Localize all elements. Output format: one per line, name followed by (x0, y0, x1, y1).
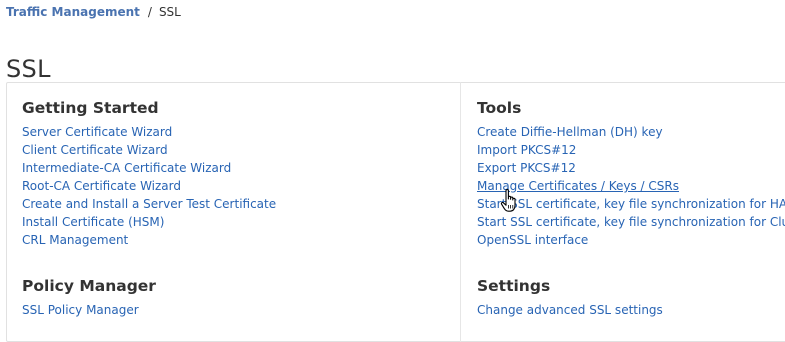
getting-started-heading: Getting Started (22, 99, 159, 117)
policy-manager-section: Policy Manager SSL Policy Manager (22, 276, 156, 319)
link-intermediate-ca-certificate-wizard[interactable]: Intermediate-CA Certificate Wizard (22, 161, 231, 175)
link-start-ssl-sync-cluster[interactable]: Start SSL certificate, key file synchron… (477, 215, 785, 229)
link-export-pkcs12[interactable]: Export PKCS#12 (477, 161, 576, 175)
breadcrumb-separator: / (147, 5, 152, 19)
link-create-dh-key[interactable]: Create Diffie-Hellman (DH) key (477, 125, 663, 139)
tools-section: Tools Create Diffie-Hellman (DH) key Imp… (477, 98, 785, 249)
link-openssl-interface[interactable]: OpenSSL interface (477, 233, 588, 247)
link-start-ssl-sync-ha[interactable]: Start SSL certificate, key file synchron… (477, 197, 785, 211)
link-create-install-server-test-certificate[interactable]: Create and Install a Server Test Certifi… (22, 197, 276, 211)
link-import-pkcs12[interactable]: Import PKCS#12 (477, 143, 576, 157)
link-crl-management[interactable]: CRL Management (22, 233, 128, 247)
link-change-advanced-ssl-settings[interactable]: Change advanced SSL settings (477, 303, 663, 317)
link-client-certificate-wizard[interactable]: Client Certificate Wizard (22, 143, 168, 157)
link-root-ca-certificate-wizard[interactable]: Root-CA Certificate Wizard (22, 179, 181, 193)
breadcrumb-current: SSL (158, 5, 181, 19)
policy-manager-heading: Policy Manager (22, 277, 156, 295)
getting-started-section: Getting Started Server Certificate Wizar… (22, 98, 276, 249)
tools-heading: Tools (477, 99, 522, 117)
settings-section: Settings Change advanced SSL settings (477, 276, 663, 319)
column-divider (460, 82, 461, 342)
link-manage-certificates-keys-csrs[interactable]: Manage Certificates / Keys / CSRs (477, 179, 679, 193)
settings-heading: Settings (477, 277, 551, 295)
page-title: SSL (6, 55, 51, 84)
breadcrumb: Traffic Management / SSL (6, 3, 181, 21)
link-server-certificate-wizard[interactable]: Server Certificate Wizard (22, 125, 172, 139)
breadcrumb-traffic-management[interactable]: Traffic Management (6, 5, 140, 19)
link-install-certificate-hsm[interactable]: Install Certificate (HSM) (22, 215, 164, 229)
link-ssl-policy-manager[interactable]: SSL Policy Manager (22, 303, 139, 317)
